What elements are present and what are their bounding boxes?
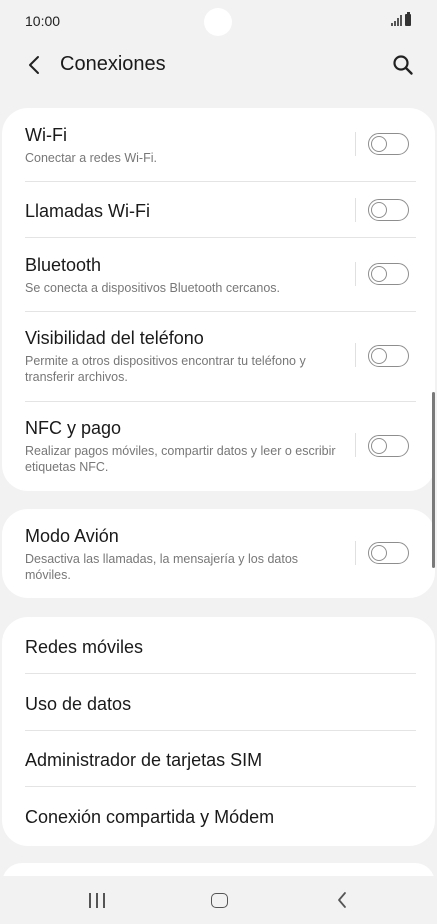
- wifi-calling-toggle[interactable]: [368, 199, 409, 221]
- network-menu-card: Redes móviles Uso de datos Administrador…: [2, 617, 435, 846]
- row-separator: [355, 132, 356, 156]
- bluetooth-subtitle: Se conecta a dispositivos Bluetooth cerc…: [25, 281, 281, 295]
- scrollbar[interactable]: [432, 392, 435, 568]
- connections-screen: 10:00 Conexiones Wi-Fi Conectar a redes …: [0, 0, 437, 924]
- page-title: Conexiones: [60, 53, 166, 75]
- menu-item-data-usage[interactable]: Uso de datos: [2, 675, 435, 731]
- divider: [25, 786, 416, 787]
- app-header: Conexiones: [0, 42, 437, 88]
- bluetooth-row[interactable]: Bluetooth Se conecta a dispositivos Blue…: [2, 238, 435, 312]
- menu-item-label: Conexión compartida y Módem: [25, 807, 275, 827]
- menu-item-tethering[interactable]: Conexión compartida y Módem: [2, 788, 435, 844]
- menu-item-mobile-networks[interactable]: Redes móviles: [2, 618, 435, 674]
- status-time: 10:00: [25, 13, 61, 29]
- nfc-row[interactable]: NFC y pago Realizar pagos móviles, compa…: [2, 402, 435, 491]
- search-button[interactable]: [387, 50, 419, 80]
- wifi-subtitle: Conectar a redes Wi-Fi.: [25, 151, 157, 165]
- divider: [25, 673, 416, 674]
- phone-visibility-toggle[interactable]: [368, 345, 409, 367]
- nfc-subtitle: Realizar pagos móviles, compartir datos …: [25, 444, 336, 474]
- wifi-title: Wi-Fi: [25, 125, 67, 145]
- row-separator: [355, 343, 356, 367]
- home-icon[interactable]: [207, 889, 231, 911]
- airplane-card: Modo Avión Desactiva las llamadas, la me…: [2, 509, 435, 598]
- row-separator: [355, 433, 356, 457]
- connections-card: Wi-Fi Conectar a redes Wi-Fi. Llamadas W…: [2, 108, 435, 491]
- navigation-bar: [0, 876, 437, 924]
- chevron-left-icon: [29, 56, 39, 74]
- row-separator: [355, 262, 356, 286]
- wifi-calling-row[interactable]: Llamadas Wi-Fi: [2, 182, 435, 238]
- menu-item-sim-manager[interactable]: Administrador de tarjetas SIM: [2, 731, 435, 787]
- airplane-mode-subtitle: Desactiva las llamadas, la mensajería y …: [25, 552, 299, 582]
- bluetooth-title: Bluetooth: [25, 255, 102, 275]
- status-icons: [391, 12, 411, 26]
- back-icon[interactable]: [330, 889, 354, 911]
- airplane-mode-toggle[interactable]: [368, 542, 409, 564]
- menu-item-label: Administrador de tarjetas SIM: [25, 750, 263, 770]
- battery-icon: [405, 12, 411, 26]
- row-separator: [355, 198, 356, 222]
- status-bar: 10:00: [0, 0, 437, 42]
- phone-visibility-row[interactable]: Visibilidad del teléfono Permite a otros…: [2, 312, 435, 402]
- phone-visibility-title: Visibilidad del teléfono: [25, 328, 204, 348]
- signal-icon: [391, 15, 402, 26]
- airplane-mode-row[interactable]: Modo Avión Desactiva las llamadas, la me…: [2, 509, 435, 598]
- nfc-toggle[interactable]: [368, 435, 409, 457]
- bluetooth-toggle[interactable]: [368, 263, 409, 285]
- airplane-mode-title: Modo Avión: [25, 526, 119, 546]
- recent-apps-icon[interactable]: [85, 890, 109, 910]
- back-button[interactable]: [18, 50, 50, 80]
- wifi-calling-title: Llamadas Wi-Fi: [25, 201, 151, 221]
- search-icon: [393, 55, 413, 75]
- phone-visibility-subtitle: Permite a otros dispositivos encontrar t…: [25, 354, 306, 384]
- nfc-title: NFC y pago: [25, 418, 122, 438]
- menu-item-label: Uso de datos: [25, 694, 132, 714]
- wifi-toggle[interactable]: [368, 133, 409, 155]
- menu-item-label: Redes móviles: [25, 637, 144, 657]
- camera-cutout: [204, 8, 232, 36]
- wifi-row[interactable]: Wi-Fi Conectar a redes Wi-Fi.: [2, 108, 435, 182]
- row-separator: [355, 541, 356, 565]
